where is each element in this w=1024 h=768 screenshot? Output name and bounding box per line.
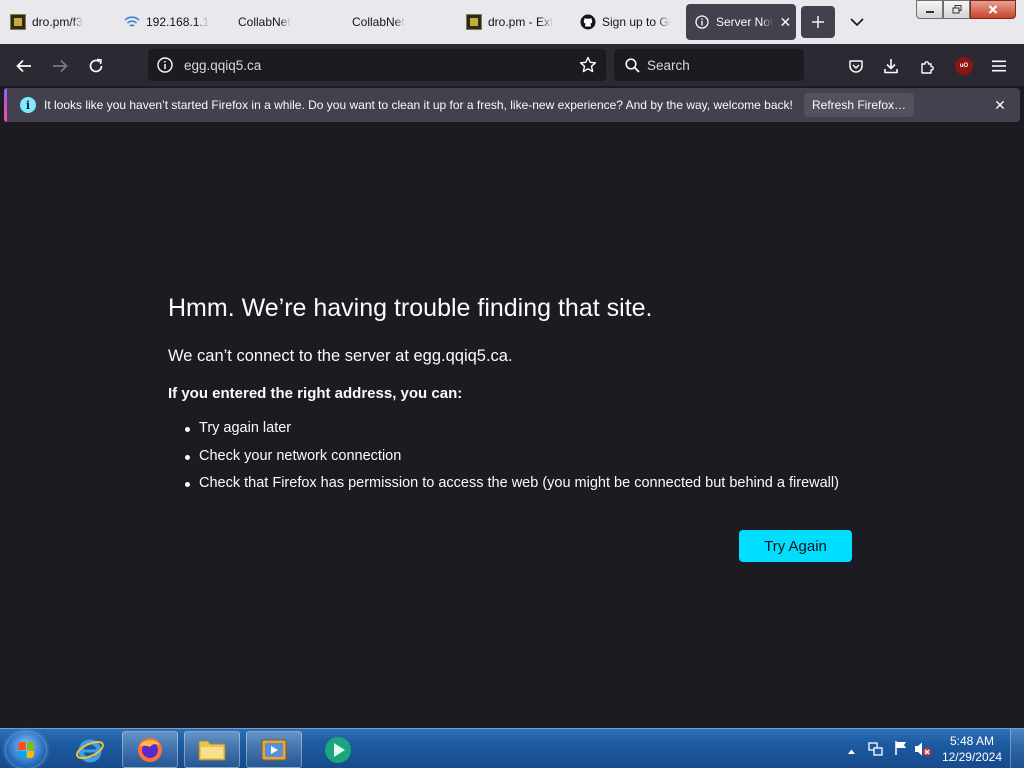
reload-button[interactable] — [82, 52, 110, 80]
volume-muted-icon[interactable] — [914, 741, 932, 762]
video-player-icon — [261, 739, 287, 760]
back-button[interactable] — [10, 52, 38, 80]
site-info-icon[interactable] — [156, 56, 174, 74]
dro-favicon — [466, 14, 482, 30]
window-controls — [916, 0, 1016, 20]
navigation-toolbar: egg.qqiq5.ca Search — [0, 44, 1024, 86]
show-hidden-icons-button[interactable] — [847, 742, 856, 760]
firefox-icon — [138, 737, 162, 762]
download-icon — [884, 59, 898, 74]
network-tray-icon[interactable] — [868, 741, 884, 762]
hamburger-menu-icon — [992, 60, 1006, 72]
search-bar[interactable]: Search — [614, 49, 804, 81]
ublock-origin-icon[interactable]: uO — [955, 57, 973, 75]
tab-dro-pm-ext[interactable]: dro.pm - Ext — [458, 4, 570, 40]
pocket-button[interactable] — [842, 52, 870, 80]
pocket-icon — [849, 60, 863, 73]
tab-server-not-found[interactable]: Server Not ✕ — [686, 4, 796, 40]
windows-taskbar: 5:48 AM 12/29/2024 — [0, 728, 1024, 768]
list-item: Try again later — [184, 420, 839, 448]
search-placeholder: Search — [647, 57, 690, 73]
wifi-icon — [124, 14, 140, 30]
tab-title: dro.pm - Ext — [488, 15, 554, 29]
suggestions-heading: If you entered the right address, you ca… — [168, 385, 463, 402]
app-taskbar-button[interactable] — [310, 731, 366, 768]
tab-strip: dro.pm/f3 192.168.1.1 CollabNet CollabNe… — [0, 0, 1024, 44]
refresh-firefox-button[interactable]: Refresh Firefox… — [804, 93, 914, 117]
list-item: Check that Firefox has permission to acc… — [184, 475, 839, 503]
tab-title: Sign up to Gi — [602, 15, 672, 29]
suggestion-list: Try again later Check your network conne… — [184, 420, 839, 503]
firefox-taskbar-button[interactable] — [122, 731, 178, 768]
list-item: Check your network connection — [184, 448, 839, 476]
windows-logo-icon — [18, 742, 34, 758]
tab-title: CollabNet — [238, 15, 291, 29]
bookmark-star-icon[interactable] — [578, 55, 598, 75]
app-menu-button[interactable] — [985, 52, 1013, 80]
chevron-up-icon — [848, 749, 855, 754]
github-icon — [580, 14, 596, 30]
restore-button[interactable] — [943, 0, 970, 19]
close-tab-icon[interactable]: ✕ — [777, 14, 793, 30]
search-icon — [624, 57, 640, 73]
start-button[interactable] — [6, 732, 46, 768]
media-player-taskbar-button[interactable] — [246, 731, 302, 768]
downloads-button[interactable] — [877, 52, 905, 80]
tab-title: 192.168.1.1 — [146, 15, 210, 29]
reload-icon — [89, 58, 103, 73]
show-desktop-button[interactable] — [1010, 729, 1024, 768]
forward-arrow-icon — [53, 59, 68, 73]
clock-time: 5:48 AM — [949, 734, 994, 748]
dro-favicon — [10, 14, 26, 30]
forward-button[interactable] — [46, 52, 74, 80]
folder-icon — [198, 740, 226, 760]
puzzle-icon — [921, 61, 934, 74]
notification-message: It looks like you haven’t started Firefo… — [44, 98, 793, 112]
clock-date: 12/29/2024 — [941, 750, 1002, 764]
info-icon: i — [20, 97, 36, 113]
notification-accent — [4, 88, 7, 122]
back-arrow-icon — [16, 59, 31, 73]
tab-title: Server Not — [716, 15, 774, 29]
app-icon — [325, 736, 351, 763]
tab-collabnet-2[interactable]: CollabNet — [344, 4, 456, 40]
tab-router[interactable]: 192.168.1.1 — [116, 4, 226, 40]
system-clock[interactable]: 5:48 AM 12/29/2024 — [942, 733, 1002, 765]
address-bar[interactable]: egg.qqiq5.ca — [148, 49, 606, 81]
refresh-firefox-notification: i It looks like you haven’t started Fire… — [4, 88, 1020, 122]
error-description: We can’t connect to the server at egg.qq… — [168, 347, 513, 365]
url-text[interactable]: egg.qqiq5.ca — [184, 58, 261, 73]
tab-title: dro.pm/f3 — [32, 15, 83, 29]
internet-explorer-taskbar-button[interactable] — [62, 731, 118, 768]
extensions-button[interactable] — [914, 52, 942, 80]
tab-collabnet-1[interactable]: CollabNet — [230, 4, 342, 40]
page-title: Hmm. We’re having trouble finding that s… — [168, 294, 653, 322]
close-icon — [988, 5, 998, 14]
list-all-tabs-button[interactable] — [846, 12, 868, 32]
windows-explorer-taskbar-button[interactable] — [184, 731, 240, 768]
chevron-down-icon — [850, 17, 864, 26]
internet-explorer-icon — [76, 739, 104, 762]
minimize-icon — [925, 10, 934, 13]
close-window-button[interactable] — [970, 0, 1016, 19]
error-page: Hmm. We’re having trouble finding that s… — [0, 124, 1024, 728]
plus-icon — [812, 16, 824, 28]
info-icon — [694, 14, 710, 30]
tab-github-signup[interactable]: Sign up to Gi — [572, 4, 682, 40]
try-again-button[interactable]: Try Again — [739, 530, 852, 562]
action-center-flag-icon[interactable] — [894, 740, 908, 761]
firefox-window: dro.pm/f3 192.168.1.1 CollabNet CollabNe… — [0, 0, 1024, 768]
new-tab-button[interactable] — [801, 6, 835, 38]
tab-dro-pm-f3[interactable]: dro.pm/f3 — [2, 4, 112, 40]
minimize-button[interactable] — [916, 0, 943, 19]
restore-icon — [952, 5, 961, 14]
close-notification-icon[interactable]: ✕ — [992, 97, 1008, 113]
tab-title: CollabNet — [352, 15, 405, 29]
